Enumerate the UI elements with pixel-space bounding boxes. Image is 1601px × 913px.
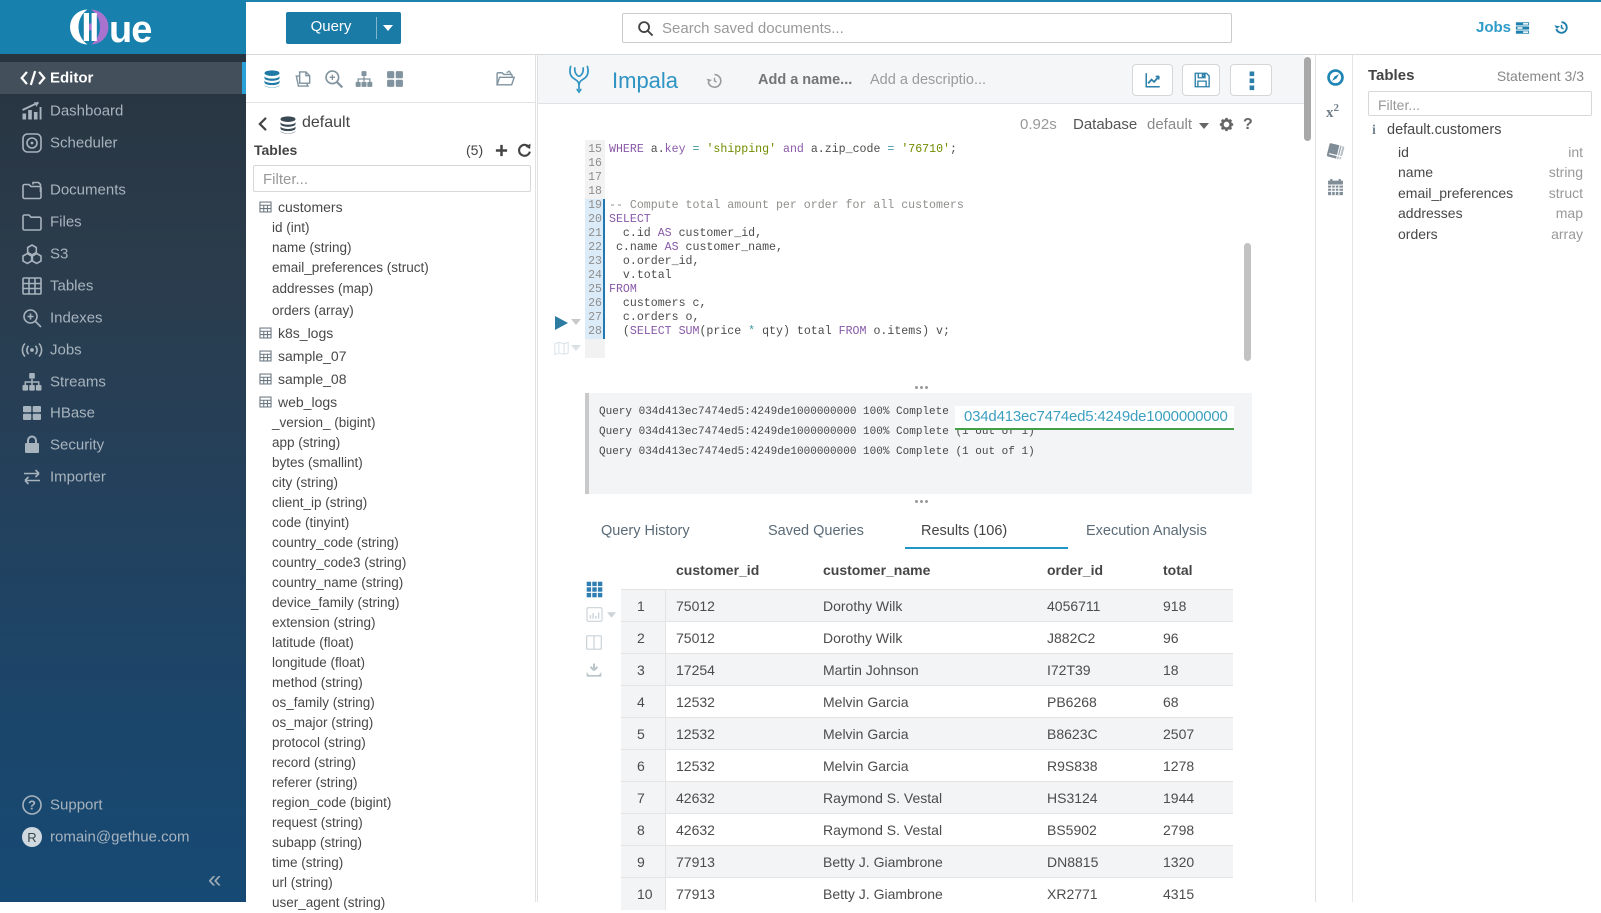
svg-text:R: R: [27, 830, 36, 845]
svg-text:?: ?: [28, 798, 36, 813]
svg-text:ue: ue: [109, 9, 151, 47]
